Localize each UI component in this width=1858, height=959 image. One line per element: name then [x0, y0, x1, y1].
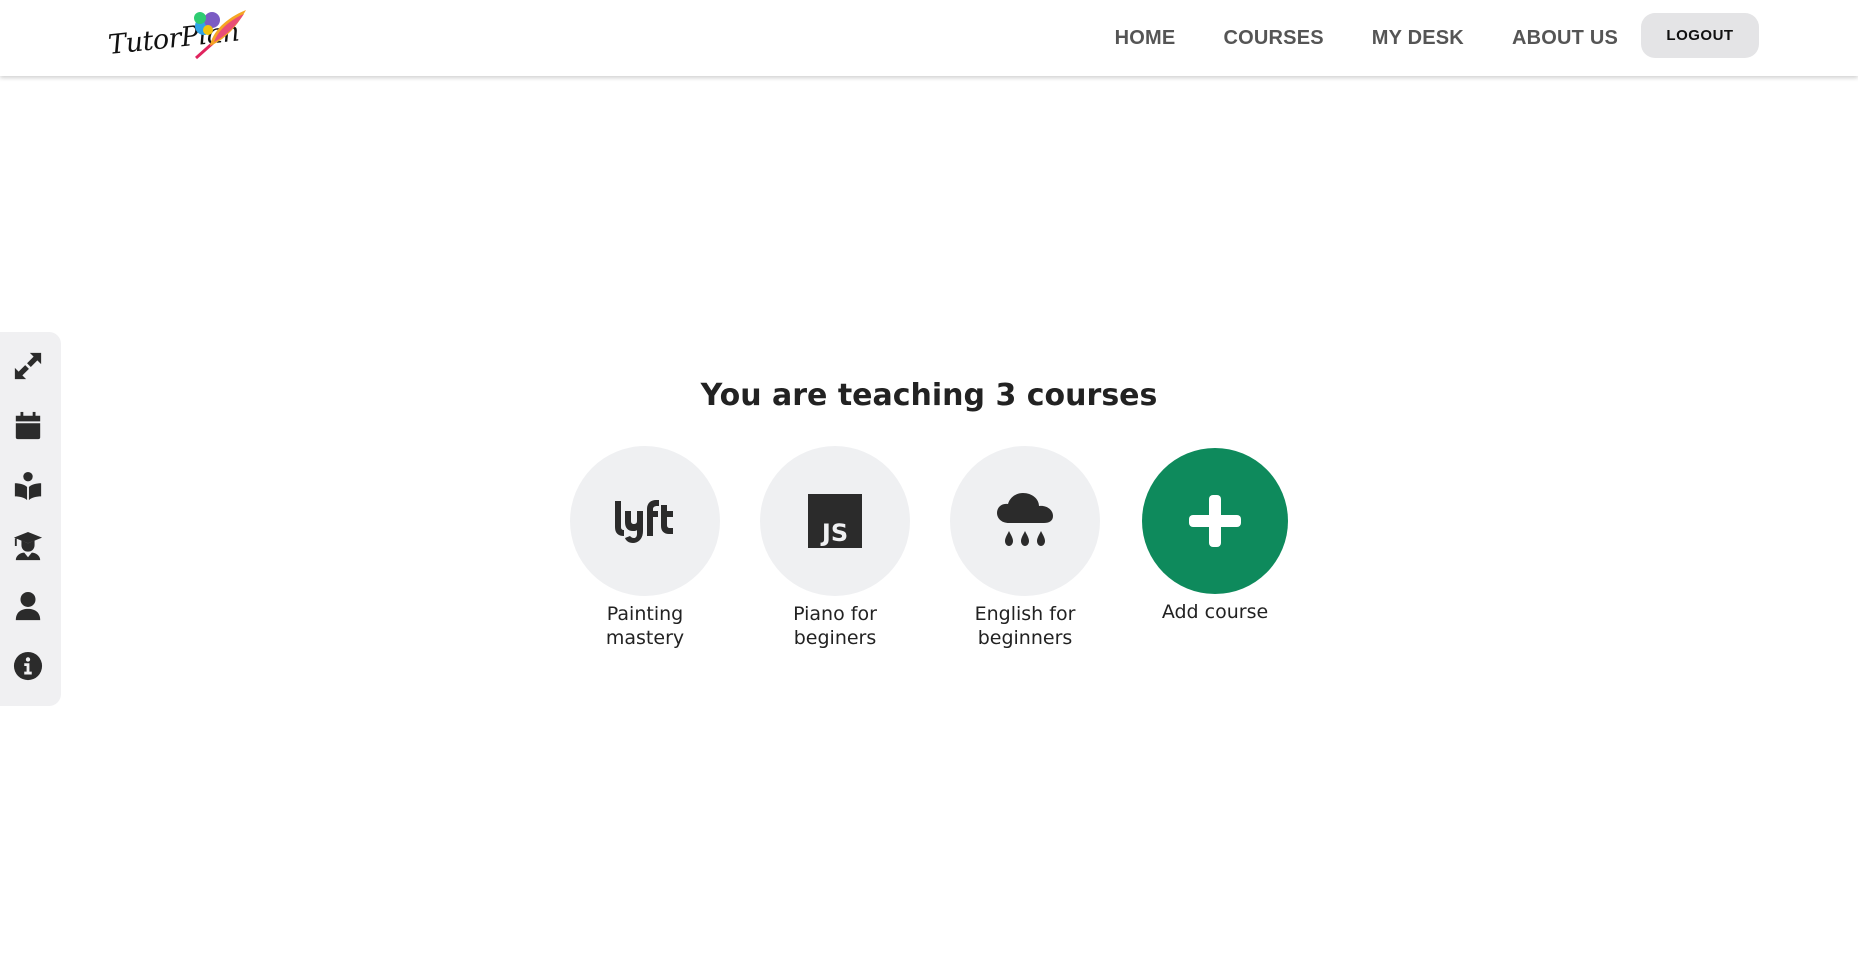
course-item[interactable]: English for beginners	[950, 446, 1100, 650]
nav-my-desk[interactable]: MY DESK	[1372, 27, 1464, 50]
js-icon: JS	[808, 494, 862, 548]
expand-arrows-icon	[14, 352, 42, 380]
course-label: English for beginners	[974, 603, 1076, 649]
tutorplan-logo[interactable]: TutorPlan	[107, 8, 246, 70]
course-item[interactable]: Painting mastery	[570, 446, 720, 650]
calendar-button[interactable]	[10, 408, 46, 444]
info-icon	[13, 651, 43, 681]
page-title: You are teaching 3 courses	[700, 378, 1158, 413]
top-header: TutorPlan HOME COURSES MY DESK ABOUT US …	[0, 0, 1858, 76]
nav-about-us[interactable]: ABOUT US	[1512, 27, 1618, 50]
feather-icon	[194, 10, 246, 60]
book-reader-icon	[14, 471, 42, 501]
info-button[interactable]	[10, 648, 46, 684]
add-course-label: Add course	[1161, 601, 1269, 623]
course-label: Piano for beginers	[793, 603, 877, 649]
plus-icon	[1189, 495, 1241, 547]
course-item[interactable]: JS Piano for beginers	[760, 446, 910, 650]
cloud-rain-icon	[997, 493, 1053, 546]
course-icon-circle: JS	[760, 446, 910, 596]
add-course-button[interactable]: Add course	[1140, 446, 1290, 624]
svg-text:JS: JS	[820, 519, 848, 547]
lyft-icon	[615, 500, 673, 543]
add-course-circle	[1142, 448, 1288, 594]
course-icon-circle	[570, 446, 720, 596]
course-icon-circle	[950, 446, 1100, 596]
nav-home[interactable]: HOME	[1115, 27, 1176, 50]
calendar-icon	[15, 411, 41, 440]
user-icon	[15, 591, 41, 621]
profile-button[interactable]	[10, 588, 46, 624]
course-list: Painting mastery JS Piano for beginers E…	[570, 446, 1290, 666]
graduate-button[interactable]	[10, 528, 46, 564]
main-nav: HOME COURSES MY DESK ABOUT US	[1115, 0, 1618, 76]
logout-button[interactable]: LOGOUT	[1641, 13, 1759, 58]
nav-courses[interactable]: COURSES	[1223, 27, 1323, 50]
graduate-icon	[13, 531, 43, 561]
reading-button[interactable]	[10, 468, 46, 504]
course-label: Painting mastery	[605, 603, 685, 649]
